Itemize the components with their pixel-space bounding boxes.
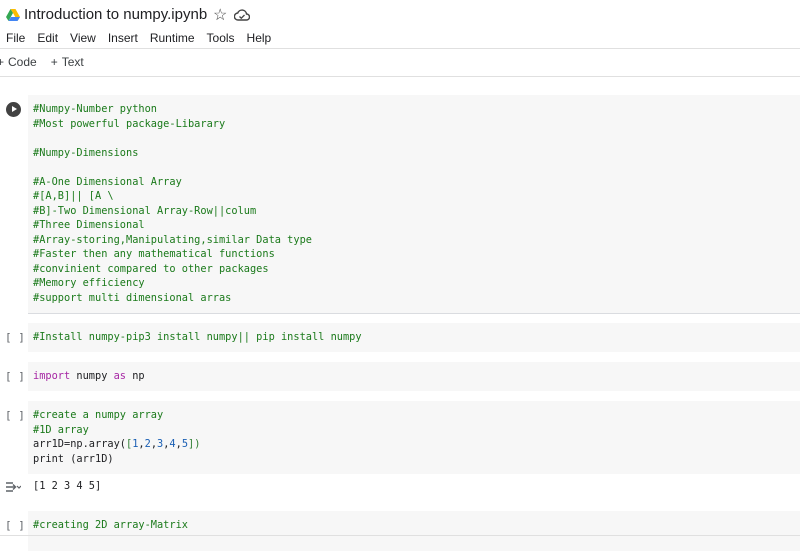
- module-alias: np: [126, 370, 145, 382]
- title-bar: Introduction to numpy.ipynb ☆: [0, 0, 800, 30]
- code-line: #Memory efficiency: [33, 277, 145, 289]
- code-cell-4[interactable]: [ ] #create a numpy array #1D array arr1…: [0, 401, 800, 474]
- code-line: #1D array: [33, 423, 89, 436]
- code-line: #Most powerful package-Libarary: [33, 117, 226, 130]
- cell-editor[interactable]: #Numpy-Number python #Most powerful pack…: [33, 102, 312, 305]
- code-line: #convinient compared to other packages: [33, 262, 269, 275]
- code-line: #create a numpy array: [33, 409, 164, 421]
- close-bracket: ]): [188, 438, 201, 450]
- cell-output: [1 2 3 4 5]: [33, 480, 102, 492]
- cell-editor[interactable]: #create a numpy array #1D array arr1D=np…: [33, 408, 200, 466]
- cloud-icon[interactable]: [234, 8, 250, 22]
- star-icon[interactable]: ☆: [213, 5, 227, 25]
- run-cell-bracket[interactable]: [ ]: [5, 370, 25, 383]
- menu-edit[interactable]: Edit: [31, 29, 64, 47]
- plus-icon: +: [50, 55, 58, 69]
- output-toggle-icon[interactable]: [5, 481, 21, 493]
- menu-bar: File Edit View Insert Runtime Tools Help: [0, 29, 277, 47]
- notebook-title[interactable]: Introduction to numpy.ipynb: [24, 6, 207, 23]
- add-text-label: Text: [61, 55, 84, 69]
- assign-expr: arr1D=np.array(: [33, 438, 126, 450]
- menu-view[interactable]: View: [64, 29, 102, 47]
- code-line: #Array-storing,Manipulating,similar Data…: [33, 233, 312, 246]
- code-line: #Numpy-Dimensions: [33, 146, 139, 159]
- code-line: print (arr1D): [33, 452, 114, 465]
- keyword-as: as: [113, 370, 127, 382]
- code-line: #A-One Dimensional Array: [33, 175, 182, 188]
- code-line: #Numpy-Number python: [33, 103, 157, 115]
- run-cell-button[interactable]: [6, 102, 21, 117]
- run-cell-bracket[interactable]: [ ]: [5, 409, 25, 422]
- code-cell-3[interactable]: [ ] import numpy as np: [0, 362, 800, 391]
- code-cell-2[interactable]: [ ] #Install numpy-pip3 install numpy|| …: [0, 323, 800, 352]
- cell-toolbar: + Code + Text: [0, 54, 98, 70]
- code-line: #support multi dimensional arras: [33, 291, 232, 304]
- menu-insert[interactable]: Insert: [102, 29, 144, 47]
- cell-editor[interactable]: import numpy as np: [33, 369, 145, 384]
- drive-logo-icon: [6, 9, 20, 21]
- code-cell-1[interactable]: #Numpy-Number python #Most powerful pack…: [0, 95, 800, 314]
- run-cell-bracket[interactable]: [ ]: [5, 331, 25, 344]
- header-divider: [0, 48, 800, 49]
- cell-editor[interactable]: #creating 2D array-Matrix: [33, 518, 188, 533]
- toolbar-divider: [0, 76, 800, 77]
- code-cell-5[interactable]: [ ] #creating 2D array-Matrix: [0, 511, 800, 551]
- cell-editor[interactable]: #Install numpy-pip3 install numpy|| pip …: [33, 330, 362, 345]
- menu-file[interactable]: File: [0, 29, 31, 47]
- add-text-button[interactable]: + Text: [51, 54, 84, 70]
- plus-icon: +: [0, 55, 5, 69]
- module-name: numpy: [70, 370, 114, 382]
- menu-tools[interactable]: Tools: [201, 29, 241, 47]
- menu-help[interactable]: Help: [241, 29, 278, 47]
- menu-runtime[interactable]: Runtime: [144, 29, 201, 47]
- code-line: #B]-Two Dimensional Array-Row||colum: [33, 204, 257, 217]
- run-cell-bracket[interactable]: [ ]: [5, 519, 25, 532]
- code-line: #Three Dimensional: [33, 219, 145, 231]
- code-line: #Faster then any mathematical functions: [33, 248, 275, 260]
- code-line: #Install numpy-pip3 install numpy|| pip …: [33, 331, 362, 343]
- code-line: #creating 2D array-Matrix: [33, 519, 188, 531]
- add-code-label: Code: [8, 55, 37, 69]
- code-line: #[A,B]|| [A \: [33, 190, 114, 202]
- code-line: arr1D=np.array([1,2,3,4,5]): [33, 438, 200, 450]
- add-code-button[interactable]: + Code: [0, 54, 37, 70]
- keyword-import: import: [33, 370, 71, 382]
- bottom-divider: [0, 535, 800, 536]
